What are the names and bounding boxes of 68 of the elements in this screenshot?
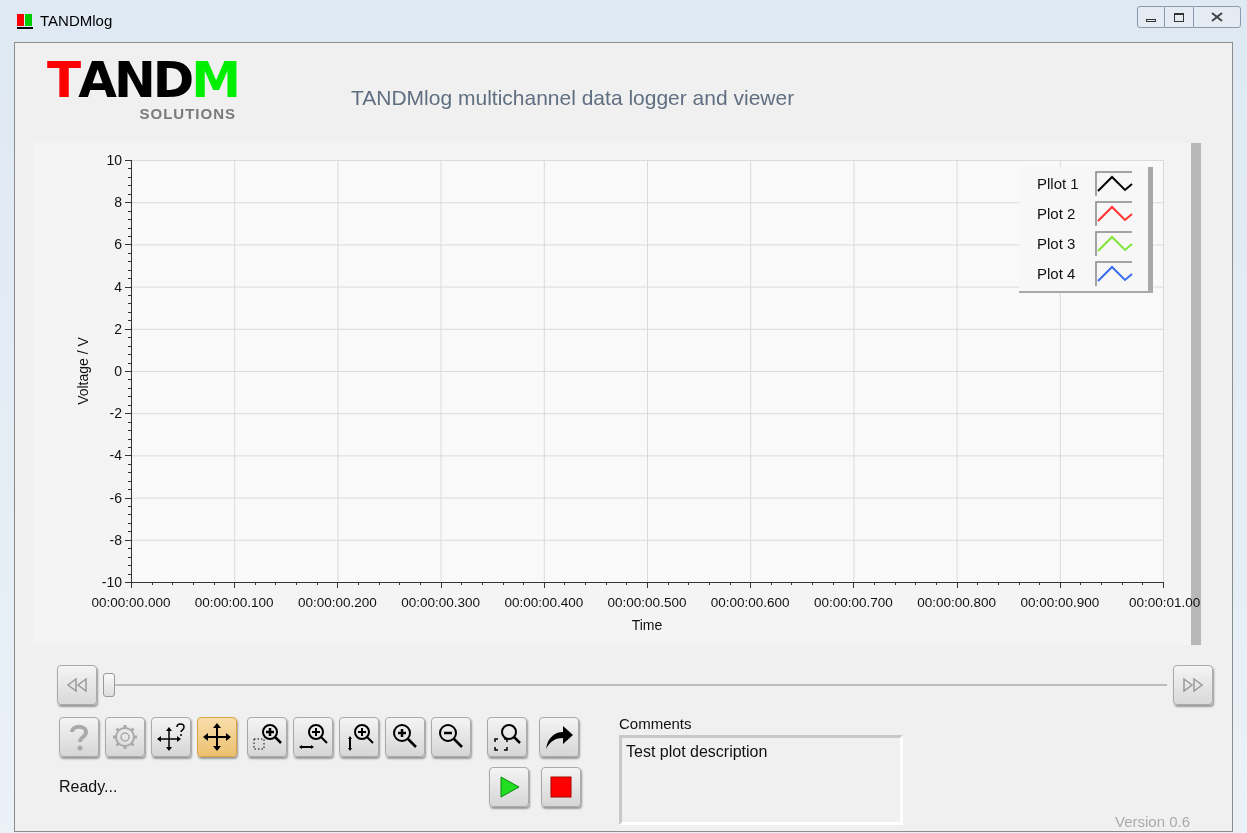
move-arrows-icon [202, 722, 232, 752]
line-swatch-icon [1095, 231, 1133, 257]
comments-field[interactable]: Test plot description [619, 735, 903, 825]
slider-thumb[interactable] [103, 673, 115, 697]
y-tick-label: 10 [106, 152, 122, 168]
y-tick-label: 8 [114, 194, 122, 211]
play-button[interactable] [489, 767, 529, 807]
x-tick-label: 00:00:00.100 [194, 595, 274, 610]
logo-text: AND [78, 54, 192, 106]
tool-button[interactable] [487, 717, 527, 757]
settings-icon [110, 722, 140, 752]
move-help-icon [156, 722, 186, 752]
x-tick-label: 00:00:00.600 [710, 595, 790, 610]
line-swatch-icon [1095, 261, 1133, 287]
y-tick-label: -10 [101, 574, 122, 590]
restore-button[interactable] [1165, 6, 1193, 28]
legend-label: Plot 4 [1037, 263, 1077, 284]
y-tick-label: 2 [114, 320, 122, 337]
y-tick-label: 4 [114, 278, 122, 295]
window-title: TANDMlog [40, 10, 113, 31]
zoom-fit-icon [492, 722, 522, 752]
app-icon [16, 12, 34, 30]
app-heading: TANDMlog multichannel data logger and viewer [351, 85, 795, 111]
tool-button[interactable] [339, 717, 379, 757]
close-button[interactable] [1193, 6, 1241, 28]
tool-button[interactable] [293, 717, 333, 757]
x-tick-label: 00:00:00.300 [401, 595, 480, 610]
x-tick-label: 00:00:00.700 [814, 595, 893, 610]
x-tick-label: 00:00:01.00 [1129, 595, 1201, 610]
tool-button[interactable] [247, 717, 287, 757]
rewind-icon [65, 677, 89, 693]
y-axis-title: Voltage / V [75, 337, 91, 405]
x-tick-label: 00:00:00.800 [917, 595, 996, 610]
logo-text: T [47, 54, 79, 106]
logo-subtitle: SOLUTIONS [139, 106, 236, 122]
tool-button[interactable] [539, 717, 579, 757]
legend-label: Plot 3 [1037, 233, 1077, 254]
y-tick-label: -8 [109, 531, 122, 548]
tool-button[interactable] [197, 717, 237, 757]
tool-button[interactable] [151, 717, 191, 757]
y-tick-label: -4 [109, 447, 122, 464]
y-tick-label: 6 [114, 236, 122, 253]
x-tick-label: 00:00:00.400 [504, 595, 584, 610]
zoom-horizontal-icon [298, 722, 328, 752]
legend-label: Plot 2 [1037, 203, 1077, 224]
x-axis-title: Time [631, 617, 663, 633]
time-slider[interactable] [103, 673, 1167, 697]
logo-text: M [191, 54, 238, 106]
y-tick-label: -2 [109, 405, 122, 422]
x-tick-label: 00:00:00.900 [1020, 595, 1100, 610]
zoom-area-icon [252, 722, 282, 752]
y-tick-label: -6 [109, 489, 122, 506]
version-text: Version 0.6 [1115, 812, 1191, 829]
line-swatch-icon [1095, 171, 1133, 197]
tool-button[interactable] [431, 717, 471, 757]
stop-button[interactable] [541, 767, 581, 807]
x-tick-label: 00:00:00.200 [298, 595, 377, 610]
comments-label: Comments [619, 715, 693, 733]
tool-button[interactable] [385, 717, 425, 757]
y-tick-label: 0 [114, 363, 122, 379]
legend-label: Pllot 1 [1037, 173, 1080, 194]
close-icon [1211, 12, 1223, 22]
line-swatch-icon [1095, 201, 1133, 227]
status-text: Ready... [59, 777, 119, 797]
fast-forward-icon [1181, 677, 1205, 693]
x-tick-label: 00:00:00.500 [607, 595, 687, 610]
x-tick-label: 00:00:00.000 [91, 595, 171, 610]
minimize-button[interactable] [1137, 6, 1165, 28]
